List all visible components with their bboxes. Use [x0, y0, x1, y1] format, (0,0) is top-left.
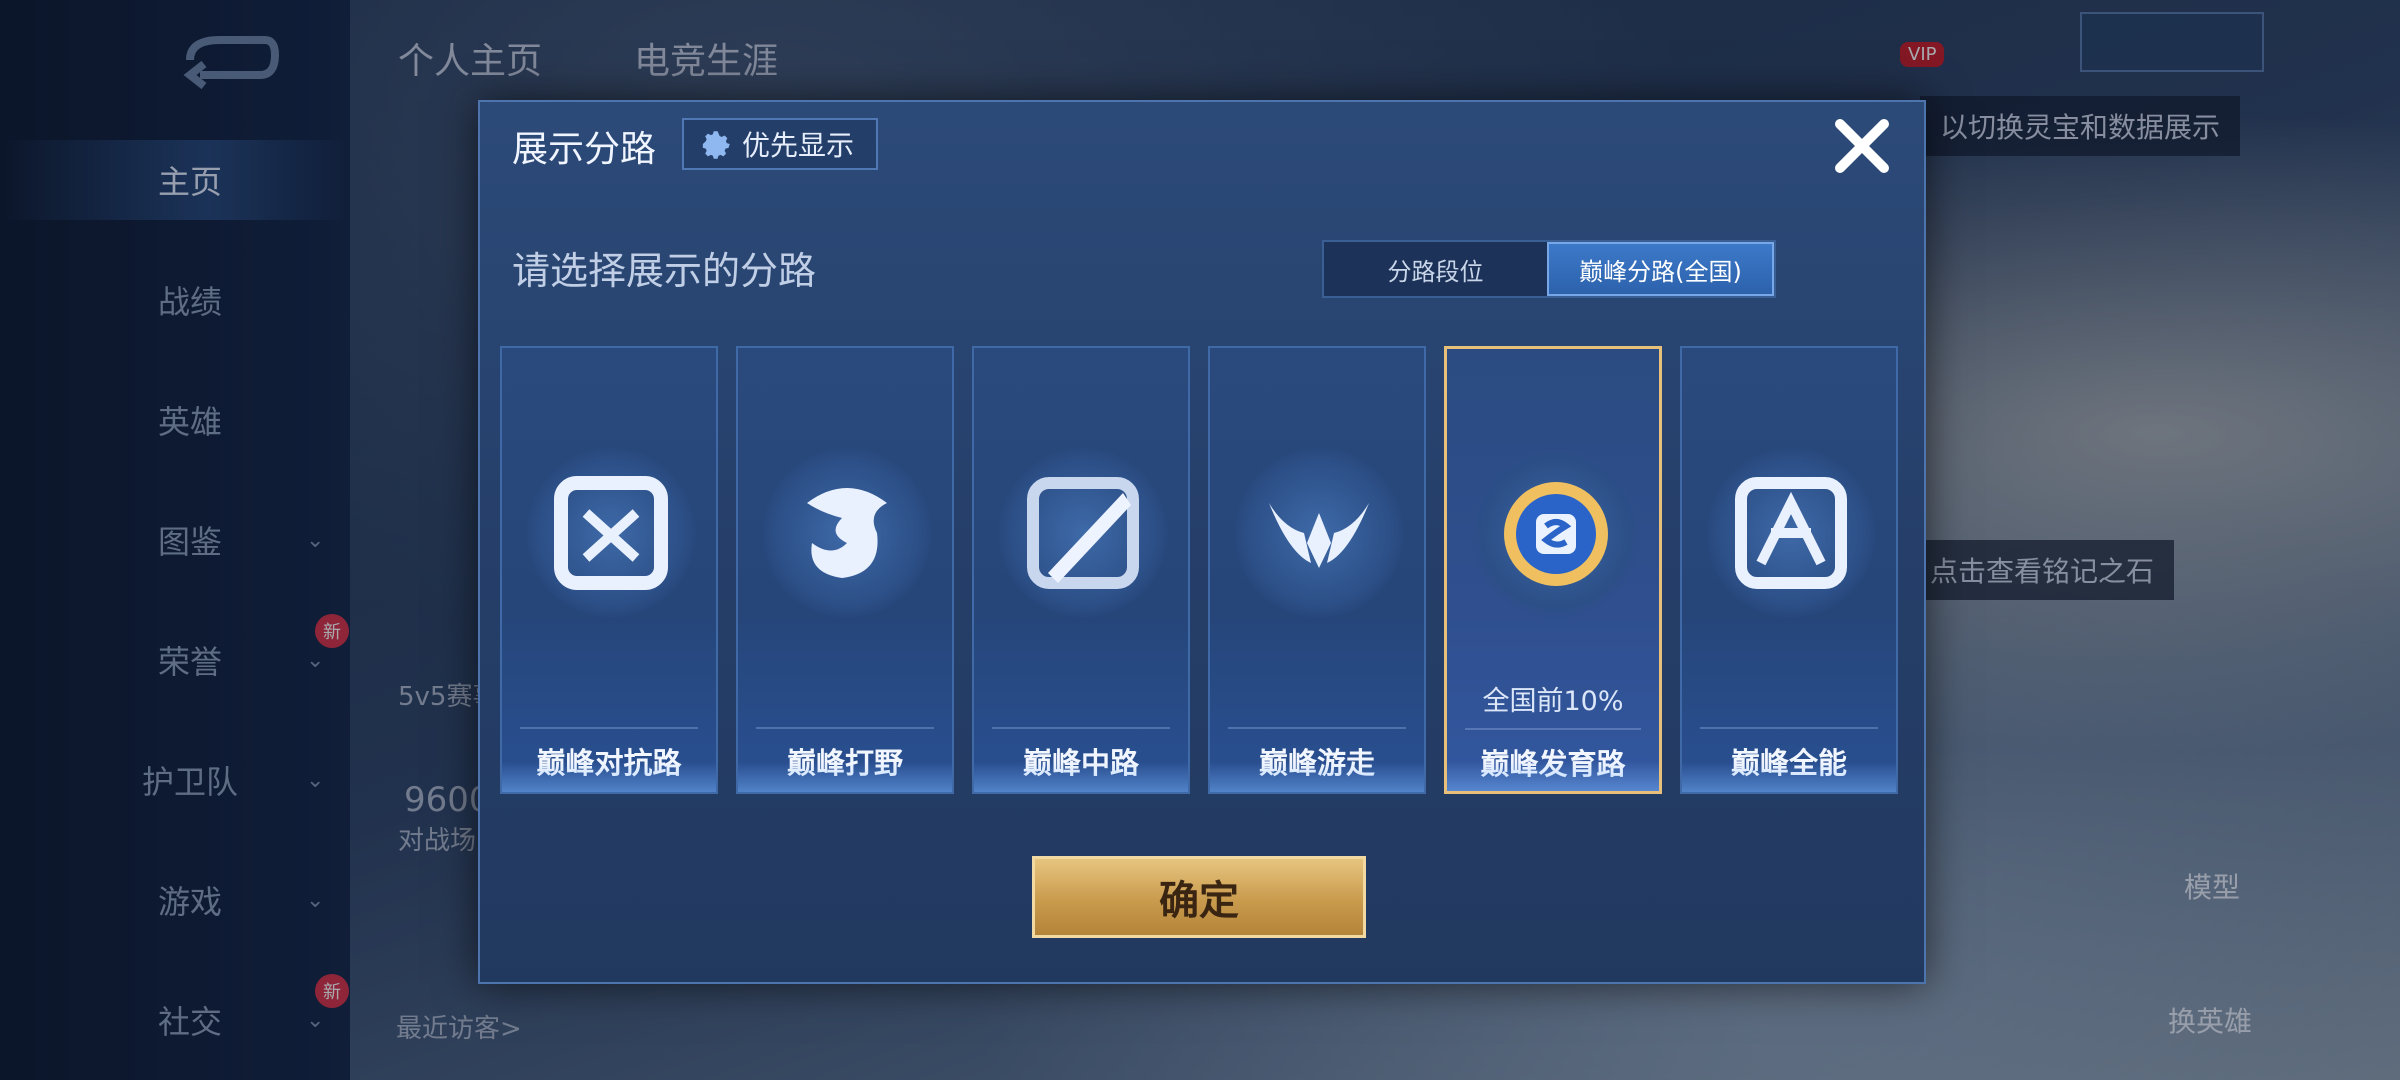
lane-select-modal: 展示分路 优先显示 请选择展示的分路 分路段位 巅峰分路(全国) 巅峰对抗路巅峰… — [478, 100, 1926, 984]
confirm-button[interactable]: 确定 — [1032, 856, 1366, 938]
lane-icon-wrap — [1471, 449, 1641, 619]
card-glow — [1210, 762, 1424, 792]
card-glow — [502, 762, 716, 792]
clash-lane-icon — [554, 476, 668, 590]
close-icon[interactable] — [1830, 114, 1894, 178]
toggle-lane-rank[interactable]: 分路段位 — [1324, 242, 1547, 296]
card-glow — [974, 762, 1188, 792]
divider — [520, 727, 698, 729]
lane-icon-wrap — [762, 448, 932, 618]
gear-icon — [702, 131, 730, 159]
card-glow — [738, 762, 952, 792]
priority-display-button[interactable]: 优先显示 — [682, 118, 879, 170]
farm-lane-badge-icon — [1504, 482, 1608, 586]
priority-button-label: 优先显示 — [742, 129, 855, 162]
lane-card[interactable]: 巅峰全能 — [1680, 346, 1898, 794]
card-glow — [1682, 762, 1896, 792]
divider — [1700, 727, 1878, 729]
divider — [756, 727, 934, 729]
lane-icon-wrap — [1234, 448, 1404, 618]
card-glow — [1447, 761, 1659, 791]
lane-rank: 全国前10% — [1482, 686, 1624, 717]
modal-title: 展示分路 — [512, 129, 657, 170]
toggle-peak-lane[interactable]: 巅峰分路(全国) — [1547, 242, 1774, 296]
modal-subtitle: 请选择展示的分路 — [512, 249, 817, 293]
lane-icon-wrap — [526, 448, 696, 618]
lane-card[interactable]: 巅峰打野 — [736, 346, 954, 794]
all-round-icon — [1735, 477, 1847, 589]
lane-mode-toggle: 分路段位 巅峰分路(全国) — [1322, 240, 1776, 298]
divider — [1228, 727, 1406, 729]
lane-icon-wrap — [998, 448, 1168, 618]
lane-card[interactable]: 全国前10%巅峰发育路 — [1444, 346, 1662, 794]
divider — [992, 727, 1170, 729]
lane-icon-wrap — [1706, 448, 1876, 618]
roam-wings-icon — [1269, 503, 1369, 568]
divider — [1465, 728, 1641, 730]
mid-lane-icon — [1027, 477, 1139, 589]
lane-card[interactable]: 巅峰游走 — [1208, 346, 1426, 794]
lane-card[interactable]: 巅峰对抗路 — [500, 346, 718, 794]
jungle-dragon-icon — [807, 488, 887, 578]
lane-card[interactable]: 巅峰中路 — [972, 346, 1190, 794]
